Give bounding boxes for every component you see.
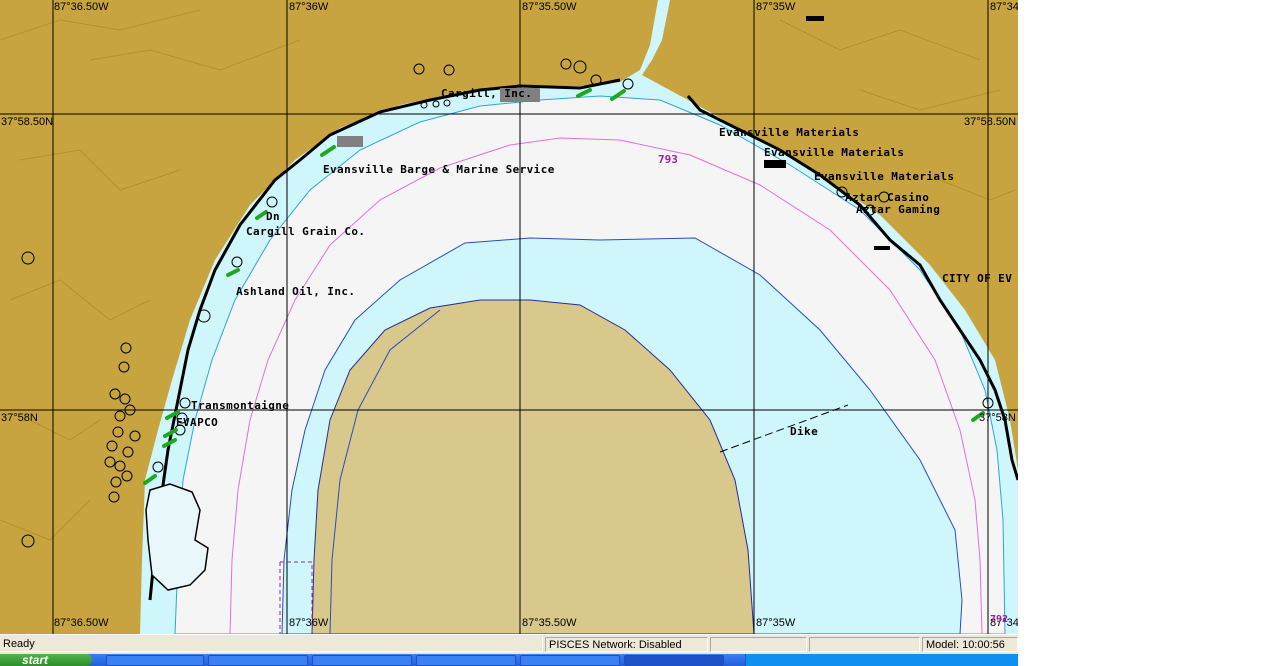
status-empty-1 — [710, 637, 807, 652]
coord-top-4: 87°35W — [756, 1, 796, 13]
label-aztar-gaming[interactable]: Aztar Gaming — [856, 203, 940, 216]
label-dike: Dike — [790, 425, 819, 438]
system-tray[interactable] — [745, 654, 1018, 666]
materials-dock — [764, 160, 786, 168]
casino-boat — [874, 246, 890, 250]
status-network: PISCES Network: Disabled — [545, 637, 708, 652]
label-evansville-materials-2[interactable]: Evansville Materials — [764, 146, 904, 159]
coord-bottom-4: 87°35W — [756, 617, 796, 629]
barge-dock — [337, 136, 363, 147]
coord-top-1: 87°36.50W — [54, 1, 109, 13]
status-bar: Ready PISCES Network: Disabled Model: 10… — [0, 634, 1018, 654]
label-ashland-oil[interactable]: Ashland Oil, Inc. — [236, 285, 355, 298]
taskbar-button-active[interactable] — [624, 655, 724, 666]
taskbar-button-2[interactable] — [208, 655, 308, 666]
taskbar-button-5[interactable] — [520, 655, 620, 666]
coord-top-5: 87°34 — [990, 1, 1018, 13]
taskbar-button-3[interactable] — [312, 655, 412, 666]
label-evansville-materials-1[interactable]: Evansville Materials — [719, 126, 859, 139]
label-cargill-inc[interactable]: Cargill, Inc. — [441, 87, 532, 100]
coord-bottom-2: 87°36W — [289, 617, 329, 629]
vessel-symbol — [806, 16, 824, 21]
label-evansville-materials-3[interactable]: Evansville Materials — [814, 170, 954, 183]
nautical-chart-view[interactable]: 87°36.50W 87°36W 87°35.50W 87°35W 87°34 … — [0, 0, 1018, 634]
label-corner-marker: 792 — [990, 614, 1009, 625]
label-mile-marker: 793 — [658, 153, 678, 166]
label-evansville-barge[interactable]: Evansville Barge & Marine Service — [323, 163, 555, 176]
coord-left-2: 37°58N — [1, 412, 38, 424]
coord-left-1: 37°58.50N — [1, 116, 54, 128]
windows-taskbar: start — [0, 654, 1018, 666]
label-evapco[interactable]: EVAPCO — [176, 416, 218, 429]
coord-right-2: 37°58N — [979, 412, 1016, 424]
coord-right-1: 37°58.50N — [964, 116, 1017, 128]
status-empty-2 — [809, 637, 920, 652]
start-button[interactable]: start — [0, 654, 92, 666]
coord-top-3: 87°35.50W — [522, 1, 577, 13]
status-model-time: Model: 10:00:56 — [922, 637, 1018, 652]
taskbar-button-4[interactable] — [416, 655, 516, 666]
label-cargill-grain[interactable]: Cargill Grain Co. — [246, 225, 365, 238]
taskbar-button-1[interactable] — [106, 655, 204, 666]
status-ready: Ready — [0, 637, 543, 652]
label-city: CITY OF EV — [942, 272, 1013, 285]
label-transmontaigne[interactable]: Transmontaigne — [191, 399, 289, 412]
coord-top-2: 87°36W — [289, 1, 329, 13]
label-dn: Dn — [266, 210, 281, 223]
coord-bottom-1: 87°36.50W — [54, 617, 109, 629]
coord-bottom-3: 87°35.50W — [522, 617, 577, 629]
